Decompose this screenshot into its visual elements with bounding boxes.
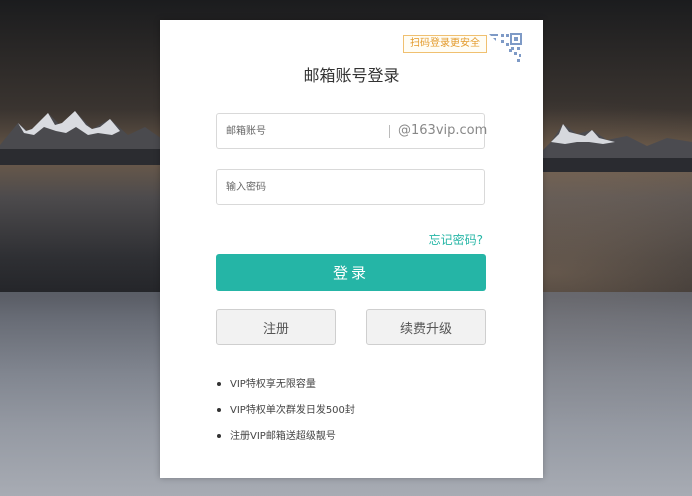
email-domain-suffix: @163vip.com (398, 123, 488, 138)
qr-login-tip: 扫码登录更安全 (403, 35, 492, 53)
feature-item: 注册VIP邮箱送超级靓号 (216, 424, 355, 450)
page-title: 邮箱账号登录 (303, 66, 400, 85)
vip-features-list: VIP特权享无限容量 VIP特权单次群发日发500封 注册VIP邮箱送超级靓号 (216, 372, 355, 450)
login-button[interactable]: 登录 (216, 254, 486, 291)
feature-item: VIP特权单次群发日发500封 (216, 398, 355, 424)
password-input[interactable] (226, 170, 476, 204)
mountains-right-image (537, 124, 692, 172)
feature-item: VIP特权享无限容量 (216, 372, 355, 398)
login-panel: 扫码登录更安全 邮箱账号登录 @163vip.com 忘记密 (160, 20, 543, 478)
mountains-left-image (0, 111, 165, 165)
password-field[interactable] (216, 169, 485, 205)
account-field[interactable]: @163vip.com (216, 113, 488, 149)
domain-divider (389, 125, 390, 138)
register-button[interactable]: 注册 (216, 309, 336, 345)
renew-upgrade-button[interactable]: 续费升级 (366, 309, 486, 345)
email-account-input[interactable] (226, 114, 376, 148)
forgot-password-link[interactable]: 忘记密码? (429, 231, 483, 248)
